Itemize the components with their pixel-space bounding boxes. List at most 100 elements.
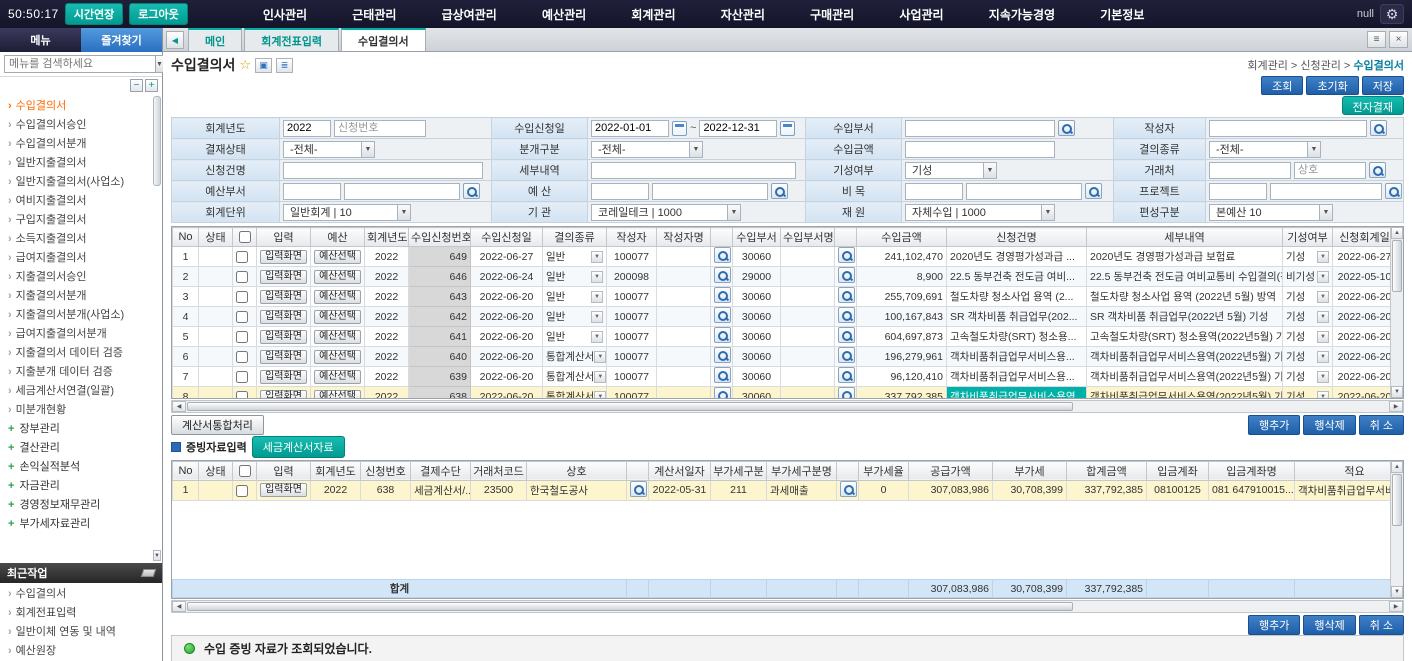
column-header[interactable] — [233, 461, 257, 480]
sidebar-group-item[interactable]: +부가세자료관리 — [8, 515, 152, 534]
cell-select[interactable]: 기성▼ — [1286, 349, 1329, 364]
reset-button[interactable]: 초기화 — [1306, 76, 1358, 95]
calendar-icon[interactable] — [672, 121, 687, 136]
clear-recent-icon[interactable] — [141, 569, 157, 577]
expand-plus-icon[interactable]: + — [8, 480, 14, 492]
sidebar-scroll-thumb[interactable] — [153, 96, 161, 186]
search-icon[interactable] — [838, 307, 855, 323]
search-button[interactable]: 조회 — [1261, 76, 1303, 95]
search-icon[interactable] — [463, 183, 480, 199]
row-checkbox[interactable] — [236, 351, 248, 363]
scroll-left-icon[interactable]: ◀ — [172, 401, 186, 412]
grid2-horizontal-scrollbar[interactable]: ◀ ▶ — [171, 600, 1404, 613]
search-icon[interactable] — [771, 183, 788, 199]
grid1-vertical-scrollbar[interactable]: ▲ ▼ — [1390, 227, 1403, 398]
topbar-menu-item[interactable]: 기본정보 — [1094, 2, 1150, 27]
sidebar-group-item[interactable]: +경영정보재무관리 — [8, 496, 152, 515]
grid2-delete-row-button[interactable]: 행삭제 — [1303, 615, 1355, 635]
topbar-menu-item[interactable]: 근태관리 — [346, 2, 402, 27]
sidebar-group-item[interactable]: +결산관리 — [8, 439, 152, 458]
vendor-name-input[interactable] — [1294, 162, 1366, 179]
scroll-right-icon[interactable]: ▶ — [1389, 601, 1403, 612]
tab-scroll-left-icon[interactable]: ◀ — [166, 31, 184, 49]
income-dept-input[interactable] — [905, 120, 1055, 137]
sidebar-menu-item[interactable]: ›일반지출결의서 — [8, 154, 152, 173]
fiscal-year-input[interactable] — [283, 120, 331, 137]
grid1-add-row-button[interactable]: 행추가 — [1248, 415, 1300, 435]
input-screen-button[interactable]: 입력화면 — [260, 483, 307, 497]
collapse-all-button[interactable]: − — [130, 79, 143, 92]
sidebar-scroll-down-icon[interactable]: ▼ — [153, 550, 161, 561]
screen-capture-icon[interactable]: ▣ — [255, 58, 272, 73]
scroll-thumb[interactable] — [187, 402, 1073, 411]
cell-select[interactable]: 일반▼ — [546, 309, 603, 324]
row-checkbox[interactable] — [236, 391, 248, 399]
recent-item[interactable]: ›예산원장 — [8, 642, 162, 661]
expand-all-button[interactable]: + — [145, 79, 158, 92]
search-icon[interactable] — [838, 267, 855, 283]
cell-select[interactable]: 기성▼ — [1286, 309, 1329, 324]
expand-plus-icon[interactable]: + — [8, 461, 14, 473]
select-all-checkbox[interactable] — [239, 465, 251, 477]
cell-select[interactable]: 통합계산서▼ — [546, 369, 603, 384]
sidebar-menu-item[interactable]: ›수입결의서분개 — [8, 135, 152, 154]
topbar-menu-item[interactable]: 구매관리 — [804, 2, 860, 27]
calendar-icon[interactable] — [780, 121, 795, 136]
scroll-up-icon[interactable]: ▲ — [1391, 461, 1403, 473]
row-checkbox[interactable] — [236, 271, 248, 283]
extend-time-button[interactable]: 시간연장 — [65, 3, 123, 25]
cell-select[interactable]: 일반▼ — [546, 289, 603, 304]
expand-plus-icon[interactable]: + — [8, 518, 14, 530]
sidebar-menu-item[interactable]: ›지출결의서승인 — [8, 268, 152, 287]
sidebar-tab-favorites[interactable]: 즐겨찾기 — [81, 28, 162, 52]
input-screen-button[interactable]: 입력화면 — [260, 330, 307, 344]
table-row[interactable]: 3입력화면예산선택20226432022-06-20일반▼10007730060… — [173, 287, 1397, 307]
search-icon[interactable] — [1370, 120, 1387, 136]
scroll-thumb[interactable] — [1392, 474, 1402, 526]
recent-item[interactable]: ›수입결의서 — [8, 585, 162, 604]
input-screen-button[interactable]: 입력화면 — [260, 390, 307, 400]
organization-select[interactable]: 코레일테크 | 1000▼ — [591, 204, 741, 221]
row-checkbox[interactable] — [236, 331, 248, 343]
sidebar-menu-item[interactable]: ›여비지출결의서 — [8, 192, 152, 211]
budget-dept-code-input[interactable] — [283, 183, 341, 200]
document-tab[interactable]: 메인 — [188, 28, 242, 51]
request-no-input[interactable] — [334, 120, 426, 137]
expand-plus-icon[interactable]: + — [8, 423, 14, 435]
grid1-delete-row-button[interactable]: 행삭제 — [1303, 415, 1355, 435]
e-approval-button[interactable]: 전자결재 — [1342, 96, 1404, 115]
scroll-up-icon[interactable]: ▲ — [1391, 227, 1403, 239]
table-row[interactable]: 6입력화면예산선택20226402022-06-20통합계산서▼10007730… — [173, 347, 1397, 367]
resolution-kind-select[interactable]: -전체-▼ — [1209, 141, 1321, 158]
input-screen-button[interactable]: 입력화면 — [260, 350, 307, 364]
budget-select-button[interactable]: 예산선택 — [314, 350, 361, 364]
search-icon[interactable] — [838, 327, 855, 343]
row-checkbox[interactable] — [236, 371, 248, 383]
menu-search-input[interactable] — [4, 55, 156, 73]
cell-select[interactable]: 일반▼ — [546, 269, 603, 284]
sidebar-menu-item[interactable]: ›급여지출결의서 — [8, 249, 152, 268]
tab-list-icon[interactable]: ≡ — [1367, 31, 1386, 48]
budget-select-button[interactable]: 예산선택 — [314, 290, 361, 304]
search-icon[interactable] — [1385, 183, 1402, 199]
row-checkbox[interactable] — [236, 311, 248, 323]
search-icon[interactable] — [714, 267, 731, 283]
budget-name-input[interactable] — [652, 183, 768, 200]
search-icon[interactable] — [714, 367, 731, 383]
cell-select[interactable]: 통합계산서▼ — [546, 389, 603, 399]
topbar-menu-item[interactable]: 자산관리 — [715, 2, 771, 27]
sidebar-scrollbar[interactable]: ▼ — [153, 96, 161, 561]
input-screen-button[interactable]: 입력화면 — [260, 270, 307, 284]
cell-select[interactable]: 기성▼ — [1286, 389, 1329, 399]
sidebar-group-item[interactable]: +자금관리 — [8, 477, 152, 496]
fund-source-select[interactable]: 자체수입 | 1000▼ — [905, 204, 1055, 221]
cell-select[interactable]: 기성▼ — [1286, 369, 1329, 384]
sidebar-menu-item[interactable]: ›지출결의서분개 — [8, 287, 152, 306]
topbar-menu-item[interactable]: 인사관리 — [257, 2, 313, 27]
search-icon[interactable] — [838, 247, 855, 263]
recent-item[interactable]: ›회계전표입력 — [8, 604, 162, 623]
search-icon[interactable] — [1369, 162, 1386, 178]
search-icon[interactable] — [838, 347, 855, 363]
date-to-input[interactable] — [699, 120, 777, 137]
project-code-input[interactable] — [1209, 183, 1267, 200]
